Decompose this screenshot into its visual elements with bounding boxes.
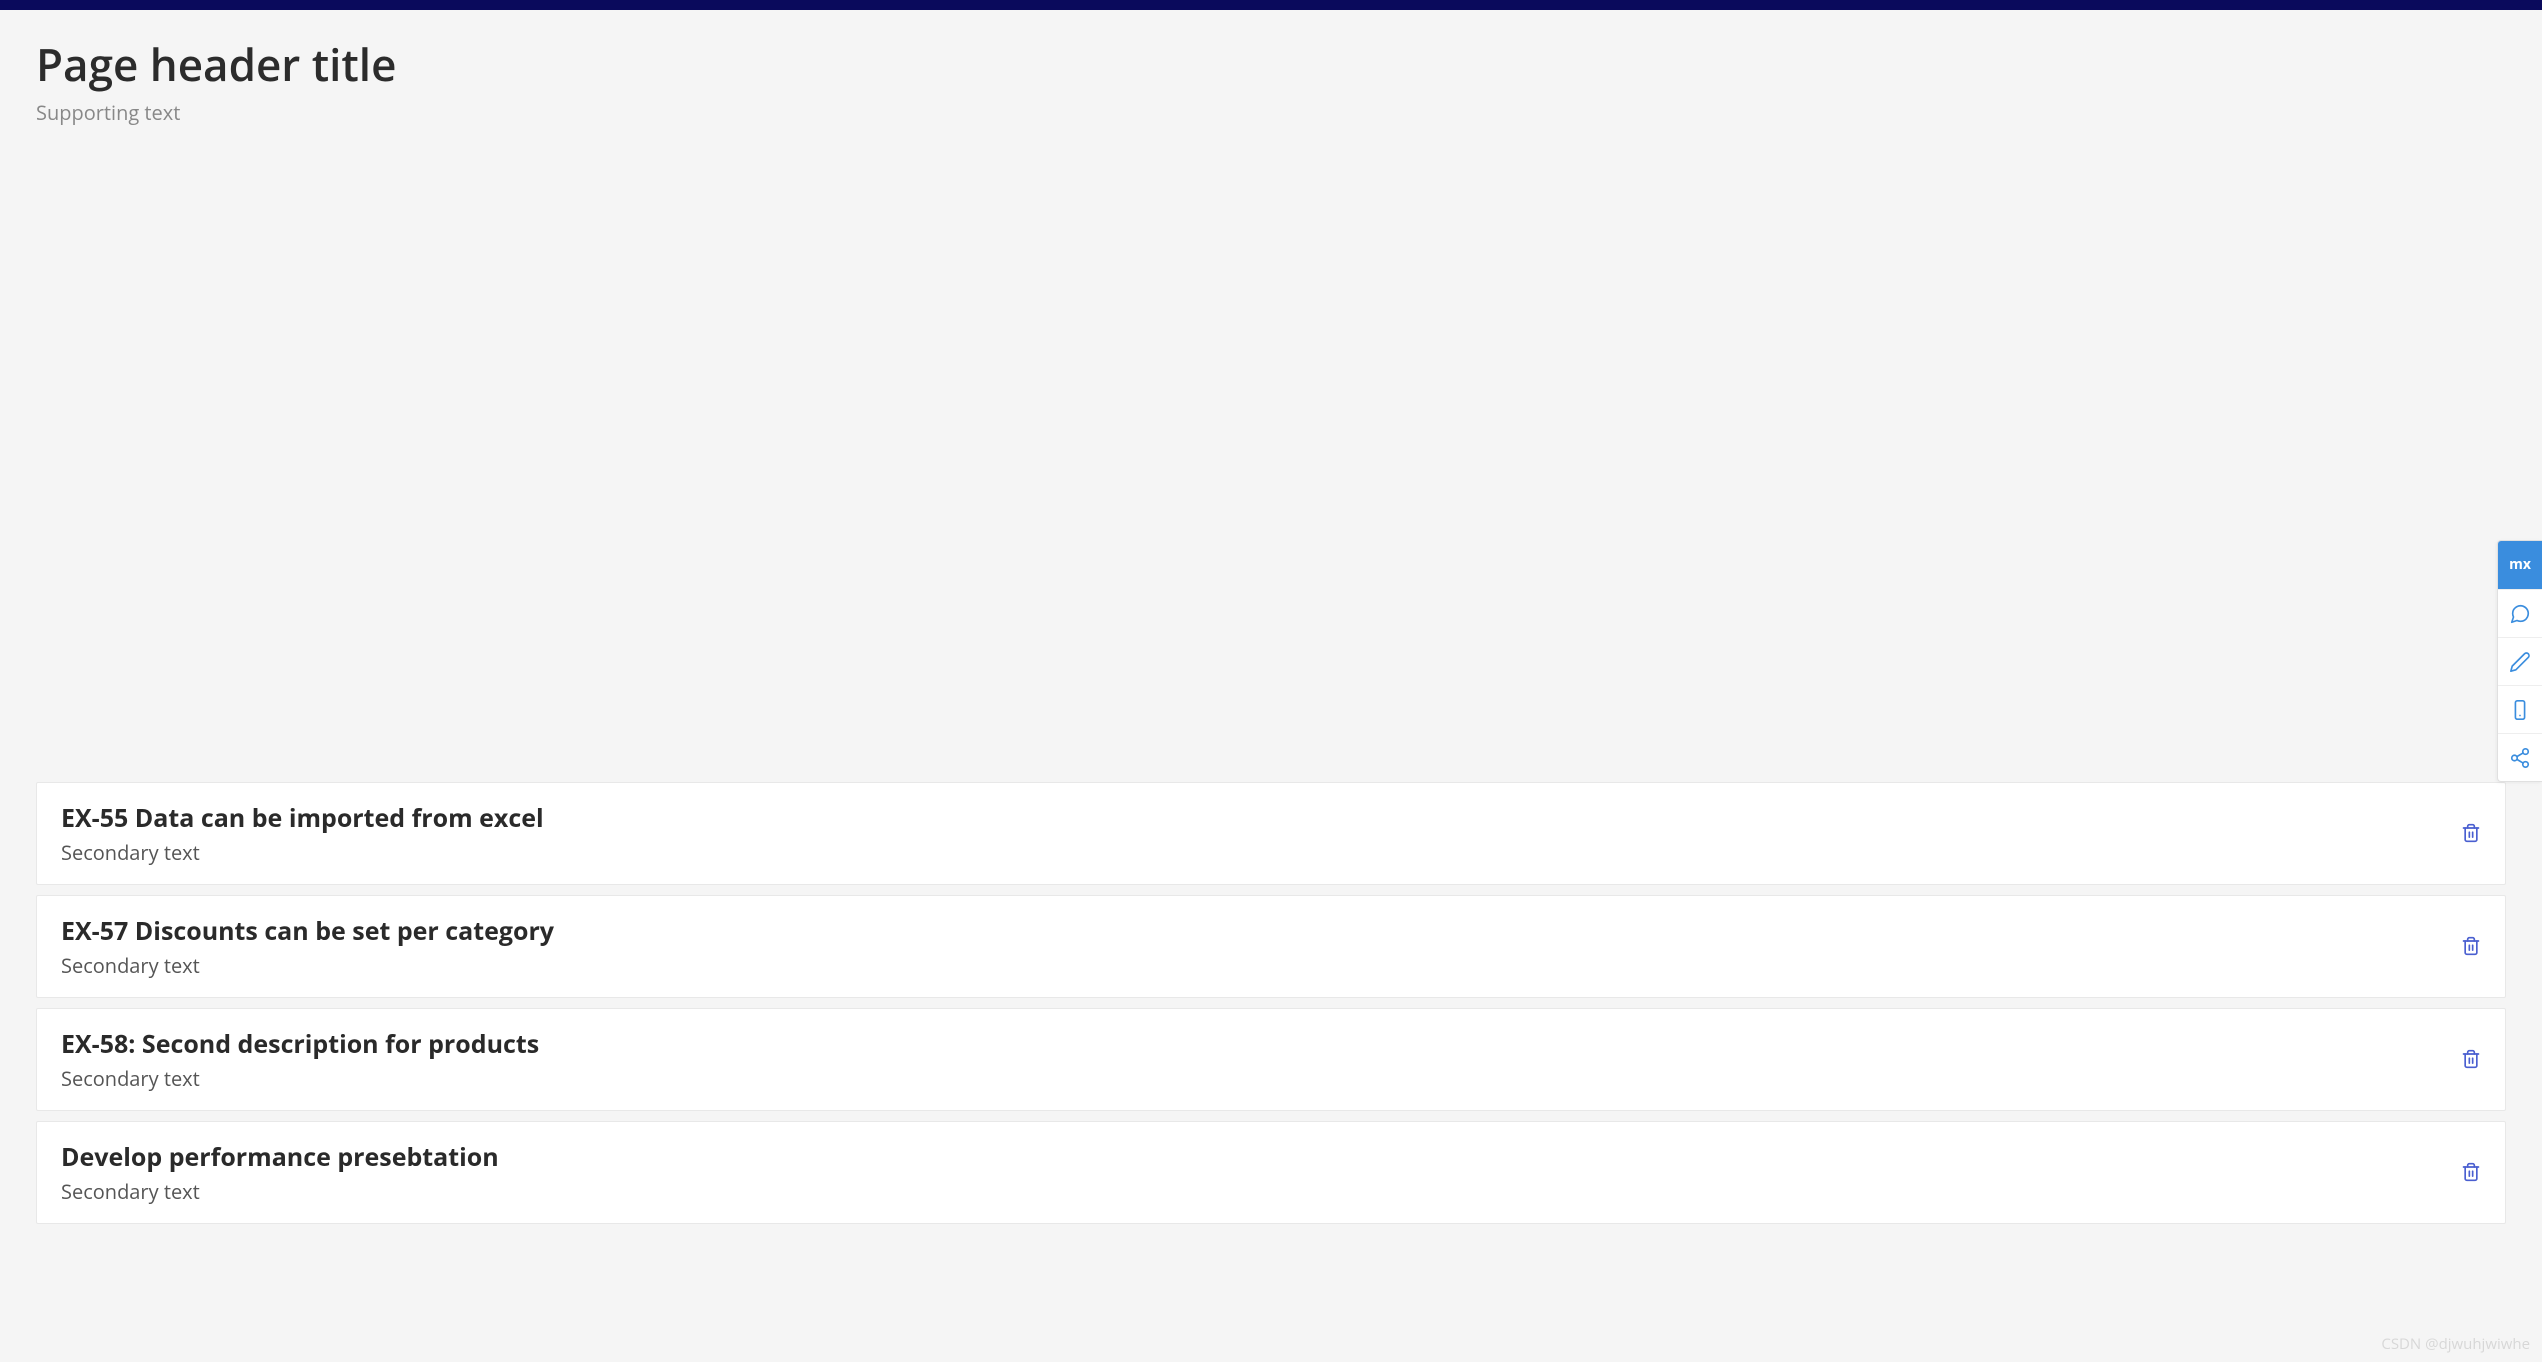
toolbar-share-button[interactable] xyxy=(2498,733,2542,781)
mx-logo-icon: mx xyxy=(2505,556,2535,574)
page-subtitle: Supporting text xyxy=(36,99,2506,126)
watermark: CSDN @djwuhjwiwhe xyxy=(2381,1334,2530,1354)
toolbar-mx-button[interactable]: mx xyxy=(2498,541,2542,589)
list-item-action xyxy=(2441,935,2481,957)
page-header: Page header title Supporting text xyxy=(0,10,2542,142)
list-item-content: EX-57 Discounts can be set per category … xyxy=(61,914,2441,979)
list-item-content: Develop performance presebtation Seconda… xyxy=(61,1140,2441,1205)
side-toolbar: mx xyxy=(2497,540,2542,782)
list-item-secondary: Secondary text xyxy=(61,1178,2441,1205)
list-item-secondary: Secondary text xyxy=(61,839,2441,866)
toolbar-chat-button[interactable] xyxy=(2498,589,2542,637)
chat-icon xyxy=(2509,603,2531,625)
list-item-secondary: Secondary text xyxy=(61,1065,2441,1092)
share-icon xyxy=(2509,747,2531,769)
item-list: EX-55 Data can be imported from excel Se… xyxy=(0,782,2542,1224)
list-item[interactable]: Develop performance presebtation Seconda… xyxy=(36,1121,2506,1224)
content-spacer xyxy=(0,142,2542,782)
toolbar-edit-button[interactable] xyxy=(2498,637,2542,685)
list-item-title: EX-57 Discounts can be set per category xyxy=(61,914,2441,948)
top-accent-bar xyxy=(0,0,2542,10)
trash-icon[interactable] xyxy=(2461,822,2481,844)
trash-icon[interactable] xyxy=(2461,1048,2481,1070)
list-item-action xyxy=(2441,1048,2481,1070)
list-item-content: EX-58: Second description for products S… xyxy=(61,1027,2441,1092)
list-item-title: EX-55 Data can be imported from excel xyxy=(61,801,2441,835)
list-item-secondary: Secondary text xyxy=(61,952,2441,979)
list-item-title: EX-58: Second description for products xyxy=(61,1027,2441,1061)
edit-icon xyxy=(2509,651,2531,673)
mobile-icon xyxy=(2509,699,2531,721)
trash-icon[interactable] xyxy=(2461,1161,2481,1183)
list-item[interactable]: EX-55 Data can be imported from excel Se… xyxy=(36,782,2506,885)
toolbar-mobile-button[interactable] xyxy=(2498,685,2542,733)
page-title: Page header title xyxy=(36,38,2506,91)
list-item[interactable]: EX-58: Second description for products S… xyxy=(36,1008,2506,1111)
list-item-action xyxy=(2441,822,2481,844)
list-item-title: Develop performance presebtation xyxy=(61,1140,2441,1174)
trash-icon[interactable] xyxy=(2461,935,2481,957)
list-item-content: EX-55 Data can be imported from excel Se… xyxy=(61,801,2441,866)
list-item-action xyxy=(2441,1161,2481,1183)
list-item[interactable]: EX-57 Discounts can be set per category … xyxy=(36,895,2506,998)
